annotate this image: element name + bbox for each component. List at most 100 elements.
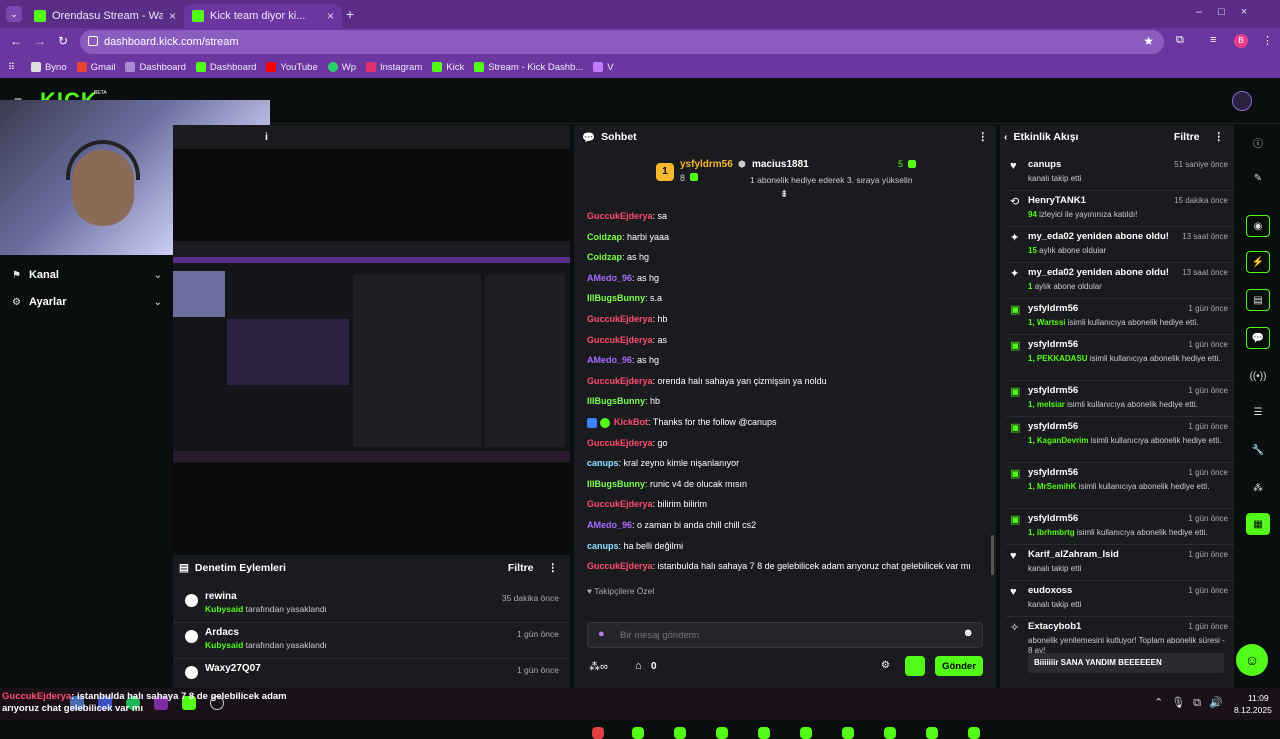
- moderation-row[interactable]: Waxy27Q07 1 gün önce: [173, 659, 569, 687]
- emote[interactable]: [842, 727, 854, 739]
- camera-icon[interactable]: ◉: [1246, 215, 1270, 237]
- emote[interactable]: [884, 727, 896, 739]
- site-info-icon[interactable]: [88, 36, 98, 46]
- support-button[interactable]: ☺: [1236, 644, 1268, 676]
- emote[interactable]: [674, 727, 686, 739]
- close-tab-icon[interactable]: ×: [327, 9, 334, 23]
- forward-icon[interactable]: →: [34, 34, 46, 48]
- bookmark-item[interactable]: Kick: [432, 62, 464, 73]
- chat-username[interactable]: AMedo_96: [587, 520, 632, 530]
- tab-search-button[interactable]: ⌄: [6, 6, 22, 22]
- chat-message[interactable]: GuccukEjderya: hb: [587, 314, 668, 324]
- filter-button[interactable]: Filtre: [508, 562, 534, 574]
- chat-message[interactable]: KickBot: Thanks for the follow @canups: [587, 417, 777, 428]
- chat-message[interactable]: IllBugsBunny: s.a: [587, 293, 662, 303]
- chat-message[interactable]: IllBugsBunny: runic v4 de olucak mısın: [587, 479, 747, 489]
- back-icon[interactable]: ←: [10, 34, 22, 48]
- emote[interactable]: [926, 727, 938, 739]
- new-tab-button[interactable]: +: [346, 6, 354, 22]
- activity-item[interactable]: ♥ eudoxoss 1 gün önce kanalı takip etti: [1006, 581, 1234, 617]
- activity-item[interactable]: ✧ Extacybob1 1 gün önce abonelik yenilemesi…: [1006, 617, 1234, 677]
- bookmark-item[interactable]: Instagram: [366, 62, 422, 73]
- microphone-icon[interactable]: ●: [598, 628, 605, 640]
- stream-video[interactable]: [173, 241, 570, 463]
- bookmark-item[interactable]: Gmail: [76, 62, 115, 73]
- settings-icon[interactable]: ⚙: [881, 660, 890, 671]
- kick-emote-icon[interactable]: [905, 656, 925, 676]
- more-options-icon[interactable]: ⋮: [1214, 131, 1225, 143]
- chat-input[interactable]: ● ☻: [587, 622, 983, 648]
- chat-message[interactable]: GuccukEjderya: go: [587, 438, 668, 448]
- chat-username[interactable]: GuccukEjderya: [587, 314, 653, 324]
- bookmark-item[interactable]: Dashboard: [195, 62, 256, 73]
- chat-username[interactable]: IllBugsBunny: [587, 479, 645, 489]
- message-input[interactable]: [620, 627, 940, 643]
- more-options-icon[interactable]: ⋮: [548, 562, 559, 574]
- chat-username[interactable]: GuccukEjderya: [587, 438, 653, 448]
- activity-item[interactable]: ▣ ysfyldrm56 1 gün önce 1, MrSemihK isimli …: [1006, 463, 1234, 509]
- chat-message[interactable]: canups: kral zeyno kimle nişanlanıyor: [587, 458, 739, 468]
- chat-username[interactable]: GuccukEjderya: [587, 561, 653, 571]
- chat-username[interactable]: AMedo_96: [587, 273, 632, 283]
- chat-username[interactable]: Coidzap: [587, 232, 622, 242]
- bookmark-item[interactable]: Stream - Kick Dashb...: [474, 62, 583, 73]
- chat-message[interactable]: canups: ha belli değilmi: [587, 541, 683, 551]
- chat-username[interactable]: canups: [587, 541, 619, 551]
- chat-username[interactable]: GuccukEjderya: [587, 376, 653, 386]
- activity-item[interactable]: ▣ ysfyldrm56 1 gün önce 1, ibrhmbrtg isimli…: [1006, 509, 1234, 545]
- chat-bubble-icon[interactable]: 💬: [1246, 327, 1270, 349]
- filter-button[interactable]: Filtre: [1174, 131, 1200, 143]
- chat-username[interactable]: IllBugsBunny: [587, 293, 645, 303]
- chat-message[interactable]: IllBugsBunny: hb: [587, 396, 660, 406]
- moderation-row[interactable]: rewina Kubysaid tarafından yasaklandı 35…: [173, 587, 569, 623]
- emote[interactable]: [716, 727, 728, 739]
- close-tab-icon[interactable]: ×: [169, 9, 176, 23]
- send-button[interactable]: Gönder: [935, 656, 983, 676]
- chat-message[interactable]: AMedo_96: as hg: [587, 273, 659, 283]
- chat-username[interactable]: canups: [587, 458, 619, 468]
- apps-icon[interactable]: ⠿: [8, 62, 15, 73]
- bookmark-item[interactable]: Wp: [327, 62, 356, 73]
- activity-item[interactable]: ▣ ysfyldrm56 1 gün önce 1, KaganDevrim isim…: [1006, 417, 1234, 463]
- sidebar-item-kanal[interactable]: ⚑ Kanal ⌄: [12, 267, 162, 283]
- notes-icon[interactable]: ▤: [1246, 289, 1270, 311]
- bookmark-item[interactable]: V: [593, 62, 614, 73]
- browser-tab-1[interactable]: Orendasu Stream - Watch Live ×: [26, 4, 184, 28]
- broadcast-icon[interactable]: ((•)): [1246, 365, 1270, 387]
- profile-avatar[interactable]: B: [1234, 34, 1248, 48]
- emote[interactable]: [968, 727, 980, 739]
- chat-username[interactable]: KickBot: [614, 417, 648, 427]
- scrollbar[interactable]: [991, 535, 994, 575]
- share-icon[interactable]: ⁂: [1246, 477, 1270, 499]
- bookmark-star-icon[interactable]: ★: [1143, 34, 1154, 48]
- bookmark-item[interactable]: Byno: [30, 62, 67, 73]
- sidebar-item-ayarlar[interactable]: ⚙ Ayarlar ⌄: [12, 294, 162, 310]
- bookmark-item[interactable]: Dashboard: [125, 62, 186, 73]
- bookmark-item[interactable]: YouTube: [266, 62, 318, 73]
- chat-username[interactable]: IllBugsBunny: [587, 396, 645, 406]
- emoji-icon[interactable]: ☻: [962, 627, 974, 639]
- chat-message[interactable]: GuccukEjderya: orenda halı sahaya yan çi…: [587, 376, 827, 386]
- activity-item[interactable]: ♥ canups 51 saniye önce kanalı takip etti: [1006, 155, 1234, 191]
- emote[interactable]: [632, 727, 644, 739]
- activity-item[interactable]: ♥ Karif_alZahram_Isid 1 gün önce kanalı tak…: [1006, 545, 1234, 581]
- grid-icon[interactable]: ▦: [1246, 513, 1270, 535]
- activity-item[interactable]: ⟲ HenryTANK1 15 dakika önce 94 izleyici ile…: [1006, 191, 1234, 227]
- browser-tab-2[interactable]: Kick team diyor ki... ×: [184, 4, 342, 28]
- activity-item[interactable]: ✦ my_eda02 yeniden abone oldu! 13 saat önc…: [1006, 227, 1234, 263]
- chevron-left-icon[interactable]: ‹: [1004, 131, 1008, 143]
- emote[interactable]: [758, 727, 770, 739]
- chat-username[interactable]: GuccukEjderya: [587, 499, 653, 509]
- chat-username[interactable]: GuccukEjderya: [587, 211, 653, 221]
- stack-icon[interactable]: ☰: [1246, 401, 1270, 423]
- emote[interactable]: [592, 727, 604, 739]
- activity-item[interactable]: ✦ my_eda02 yeniden abone oldu! 13 saat önc…: [1006, 263, 1234, 299]
- chat-message[interactable]: AMedo_96: o zaman bi anda chill chill cs…: [587, 520, 756, 530]
- chat-message[interactable]: Coidzap: harbi yaaa: [587, 232, 669, 242]
- window-controls[interactable]: –□×: [1196, 6, 1263, 18]
- chat-username[interactable]: Coidzap: [587, 252, 622, 262]
- chat-message[interactable]: GuccukEjderya: sa: [587, 211, 667, 221]
- chat-username[interactable]: GuccukEjderya: [587, 335, 653, 345]
- more-options-icon[interactable]: ⋮: [978, 131, 989, 143]
- emote[interactable]: [800, 727, 812, 739]
